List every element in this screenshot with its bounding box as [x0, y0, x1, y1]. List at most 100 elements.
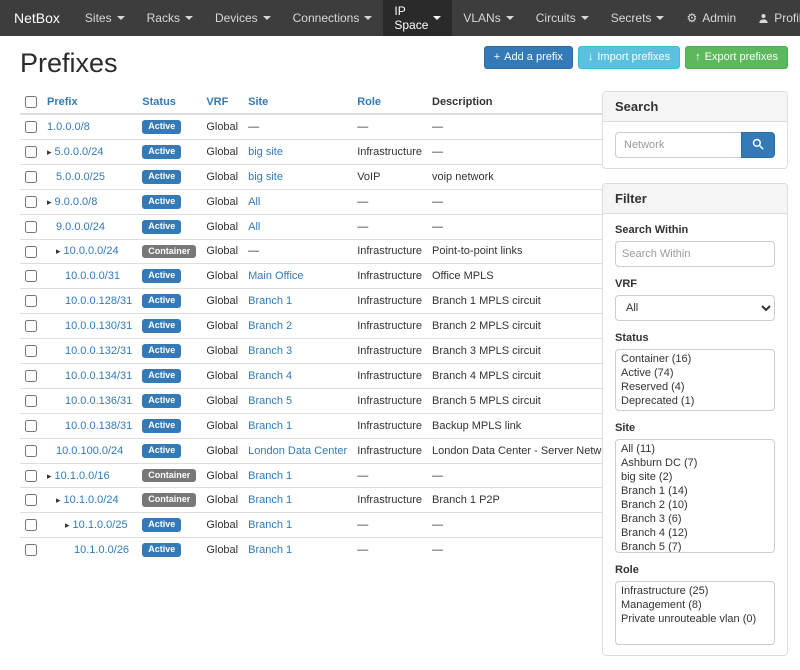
row-checkbox[interactable]	[25, 221, 37, 233]
prefix-link[interactable]: 10.1.0.0/24	[64, 494, 119, 506]
site-link[interactable]: Branch 1	[248, 544, 292, 556]
filter-option[interactable]: Deprecated (1)	[616, 394, 774, 408]
navbar-brand[interactable]: NetBox	[0, 0, 74, 36]
table-row: ▸10.0.0.128/31 Active Global Branch 1 In…	[20, 289, 622, 314]
navbar-item-connections[interactable]: Connections	[282, 0, 384, 36]
role-multiselect[interactable]: Infrastructure (25)Management (8)Private…	[615, 581, 775, 645]
filter-option[interactable]: Branch 4 (12)	[616, 526, 774, 540]
column-header-vrf[interactable]: VRF	[206, 96, 228, 108]
export-prefixes-button[interactable]: ↑ Export prefixes	[685, 46, 788, 69]
row-checkbox[interactable]	[25, 395, 37, 407]
filter-option[interactable]: Branch 3 (6)	[616, 512, 774, 526]
site-link[interactable]: All	[248, 221, 260, 233]
prefix-link[interactable]: 10.0.0.128/31	[65, 295, 132, 307]
row-checkbox[interactable]	[25, 295, 37, 307]
row-checkbox[interactable]	[25, 420, 37, 432]
filter-option[interactable]: Branch 5 (7)	[616, 540, 774, 553]
site-link[interactable]: All	[248, 196, 260, 208]
prefix-link[interactable]: 9.0.0.0/8	[55, 196, 98, 208]
filter-option[interactable]: Ashburn DC (7)	[616, 456, 774, 470]
search-button[interactable]	[741, 132, 775, 158]
row-checkbox[interactable]	[25, 470, 37, 482]
prefix-link[interactable]: 10.0.0.134/31	[65, 370, 132, 382]
navbar-item-ip-space[interactable]: IP Space	[383, 0, 452, 36]
filter-option[interactable]: Branch 1 (14)	[616, 484, 774, 498]
site-link[interactable]: Branch 1	[248, 420, 292, 432]
site-link[interactable]: Branch 5	[248, 395, 292, 407]
row-checkbox[interactable]	[25, 146, 37, 158]
prefix-link[interactable]: 5.0.0.0/25	[56, 171, 105, 183]
prefix-link[interactable]: 10.0.0.130/31	[65, 320, 132, 332]
indent-spacer	[47, 253, 56, 254]
site-link[interactable]: Branch 3	[248, 345, 292, 357]
site-link[interactable]: Branch 1	[248, 295, 292, 307]
prefix-link[interactable]: 10.0.0.0/24	[64, 245, 119, 257]
site-link[interactable]: big site	[248, 171, 283, 183]
row-checkbox[interactable]	[25, 544, 37, 556]
prefix-link[interactable]: 10.0.100.0/24	[56, 445, 123, 457]
status-multiselect[interactable]: Container (16)Active (74)Reserved (4)Dep…	[615, 349, 775, 411]
filter-option[interactable]: Container (16)	[616, 352, 774, 366]
row-checkbox[interactable]	[25, 320, 37, 332]
site-link[interactable]: Branch 1	[248, 519, 292, 531]
navbar-item-secrets[interactable]: Secrets	[600, 0, 676, 36]
row-checkbox[interactable]	[25, 345, 37, 357]
row-checkbox[interactable]	[25, 270, 37, 282]
site-link[interactable]: big site	[248, 146, 283, 158]
navbar-item-vlans[interactable]: VLANs	[452, 0, 524, 36]
site-link[interactable]: Main Office	[248, 270, 303, 282]
column-header-status[interactable]: Status	[142, 96, 176, 108]
site-link[interactable]: Branch 4	[248, 370, 292, 382]
filter-option[interactable]: Reserved (4)	[616, 380, 774, 394]
navbar-item-sites[interactable]: Sites	[74, 0, 136, 36]
prefix-link[interactable]: 10.1.0.0/25	[73, 519, 128, 531]
column-header-site[interactable]: Site	[248, 96, 268, 108]
prefix-link[interactable]: 9.0.0.0/24	[56, 221, 105, 233]
import-prefixes-button[interactable]: ↓ Import prefixes	[578, 46, 680, 69]
navbar-item-circuits[interactable]: Circuits	[525, 0, 600, 36]
filter-option[interactable]: All (11)	[616, 442, 774, 456]
filter-option[interactable]: Management (8)	[616, 598, 774, 612]
admin-link[interactable]: ⚙ Admin	[675, 0, 747, 36]
filter-option[interactable]: Private unrouteable vlan (0)	[616, 612, 774, 626]
expand-arrow-icon: ▸	[56, 246, 61, 256]
filter-option[interactable]: Active (74)	[616, 366, 774, 380]
add-prefix-button[interactable]: + Add a prefix	[484, 46, 573, 69]
search-input[interactable]	[615, 132, 741, 158]
site-link[interactable]: Branch 2	[248, 320, 292, 332]
prefix-link[interactable]: 10.1.0.0/26	[74, 544, 129, 556]
column-header-prefix[interactable]: Prefix	[47, 96, 78, 108]
row-checkbox[interactable]	[25, 196, 37, 208]
site-multiselect[interactable]: All (11)Ashburn DC (7)big site (2)Branch…	[615, 439, 775, 553]
vrf-select[interactable]: All	[615, 295, 775, 321]
filter-option[interactable]: big site (2)	[616, 470, 774, 484]
row-checkbox[interactable]	[25, 494, 37, 506]
select-all-checkbox[interactable]	[25, 96, 37, 108]
prefix-link[interactable]: 10.0.0.0/31	[65, 270, 120, 282]
prefix-link[interactable]: 5.0.0.0/24	[55, 146, 104, 158]
prefix-link[interactable]: 10.0.0.136/31	[65, 395, 132, 407]
site-link[interactable]: London Data Center	[248, 445, 347, 457]
prefix-link[interactable]: 10.1.0.0/16	[55, 470, 110, 482]
site-link[interactable]: Branch 1	[248, 470, 292, 482]
navbar-item-devices[interactable]: Devices	[204, 0, 282, 36]
row-checkbox[interactable]	[25, 171, 37, 183]
navbar-item-racks[interactable]: Racks	[136, 0, 204, 36]
prefix-link[interactable]: 1.0.0.0/8	[47, 121, 90, 133]
profile-link[interactable]: Profile	[747, 0, 800, 36]
row-checkbox[interactable]	[25, 246, 37, 258]
column-header-role[interactable]: Role	[357, 96, 381, 108]
filter-option[interactable]: Branch 2 (10)	[616, 498, 774, 512]
search-within-input[interactable]	[615, 241, 775, 267]
prefix-link[interactable]: 10.0.0.138/31	[65, 420, 132, 432]
filter-option[interactable]: Infrastructure (25)	[616, 584, 774, 598]
row-checkbox[interactable]	[25, 445, 37, 457]
sidebar: Search Filter Search Within	[602, 91, 788, 670]
row-checkbox[interactable]	[25, 519, 37, 531]
site-cell: Branch 4	[243, 364, 352, 389]
row-checkbox[interactable]	[25, 370, 37, 382]
site-link[interactable]: Branch 1	[248, 494, 292, 506]
prefix-link[interactable]: 10.0.0.132/31	[65, 345, 132, 357]
row-checkbox[interactable]	[25, 121, 37, 133]
role-value: —	[357, 470, 368, 482]
